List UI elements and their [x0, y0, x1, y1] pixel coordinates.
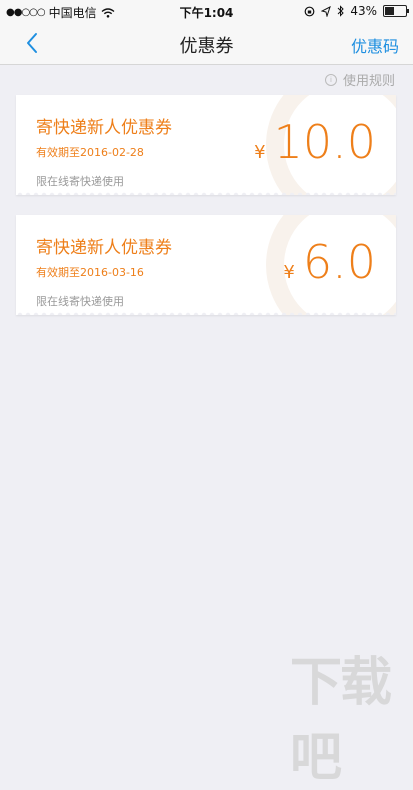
coupon-value: 10.0 [273, 115, 376, 169]
usage-rules-label: 使用规则 [342, 74, 395, 89]
bluetooth-icon [337, 5, 345, 17]
coupon-serrated-edge [16, 311, 396, 315]
coupon-scope: 限在线寄快递使用 [36, 175, 124, 188]
coupon-card[interactable]: 寄快递新人优惠券 有效期至2016-03-16 限在线寄快递使用 ¥ 6.0 [16, 215, 396, 315]
promo-code-button[interactable]: 优惠码 [351, 33, 399, 57]
coupon-amount: ¥ 6.0 [283, 235, 376, 289]
battery-percent: 43% [350, 4, 377, 18]
info-icon: i [324, 73, 337, 86]
navigation-bar: 优惠券 优惠码 [0, 22, 413, 65]
usage-rules-link[interactable]: i 使用规则 [324, 70, 395, 89]
coupon-scope: 限在线寄快递使用 [36, 295, 124, 308]
coupon-name: 寄快递新人优惠券 [36, 118, 172, 138]
coupon-amount: ¥ 10.0 [254, 115, 376, 169]
currency-symbol: ¥ [283, 262, 295, 283]
site-watermark-logo: 下载吧 [290, 653, 392, 788]
coupon-expiry: 有效期至2016-02-28 [36, 146, 144, 159]
location-icon [321, 5, 332, 17]
coupon-value: 6.0 [302, 235, 376, 289]
site-watermark: 下载吧 [290, 640, 400, 788]
coupon-expiry: 有效期至2016-03-16 [36, 266, 144, 279]
coupon-name: 寄快递新人优惠券 [36, 238, 172, 258]
status-bar: ●●○○○ 中国电信 下午1:04 43% [0, 0, 413, 22]
battery-icon [383, 5, 409, 17]
orientation-lock-icon [304, 6, 315, 16]
coupon-serrated-edge [16, 191, 396, 195]
status-right: 43% [304, 4, 409, 18]
coupon-card[interactable]: 寄快递新人优惠券 有效期至2016-02-28 限在线寄快递使用 ¥ 10.0 [16, 95, 396, 195]
currency-symbol: ¥ [254, 142, 266, 163]
